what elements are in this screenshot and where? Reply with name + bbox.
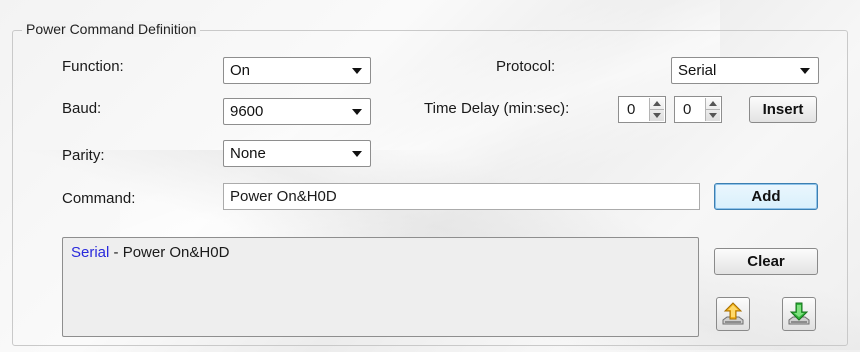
spin-down-icon (653, 113, 661, 118)
chevron-down-icon (352, 109, 362, 115)
list-item-protocol: Serial (71, 244, 110, 261)
minutes-spin-buttons[interactable] (649, 98, 664, 121)
upload-button[interactable] (716, 297, 750, 331)
baud-label: Baud: (62, 100, 102, 117)
function-value: On (230, 62, 251, 79)
command-label: Command: (62, 190, 136, 207)
command-input[interactable]: Power On&H0D (223, 183, 700, 210)
time-delay-label: Time Delay (min:sec): (424, 100, 570, 117)
parity-label: Parity: (62, 147, 105, 164)
protocol-value: Serial (678, 62, 717, 79)
spin-up-icon (653, 101, 661, 106)
seconds-spin-buttons[interactable] (705, 98, 720, 121)
protocol-label: Protocol: (496, 58, 556, 75)
function-label: Function: (62, 58, 124, 75)
upload-arrow-icon (722, 302, 744, 325)
insert-button[interactable]: Insert (749, 96, 817, 123)
download-button[interactable] (782, 297, 816, 331)
add-button[interactable]: Add (714, 183, 818, 210)
seconds-spinner[interactable]: 0 (674, 96, 722, 123)
spin-up-icon (709, 101, 717, 106)
protocol-select[interactable]: Serial (671, 57, 819, 84)
command-list[interactable]: Serial - Power On&H0D (62, 237, 699, 337)
list-item[interactable]: Serial - Power On&H0D (71, 244, 229, 261)
spin-down-icon (709, 113, 717, 118)
seconds-value: 0 (683, 101, 692, 118)
function-select[interactable]: On (223, 57, 371, 84)
baud-select[interactable]: 9600 (223, 98, 371, 125)
clear-button[interactable]: Clear (714, 248, 818, 275)
list-item-separator: - (109, 244, 123, 261)
parity-value: None (230, 145, 266, 162)
chevron-down-icon (352, 151, 362, 157)
download-arrow-icon (788, 302, 810, 325)
group-title: Power Command Definition (22, 21, 201, 37)
chevron-down-icon (800, 68, 810, 74)
minutes-spinner[interactable]: 0 (618, 96, 666, 123)
baud-value: 9600 (230, 103, 264, 120)
parity-select[interactable]: None (223, 140, 371, 167)
list-item-command: Power On&H0D (122, 244, 230, 261)
chevron-down-icon (352, 68, 362, 74)
minutes-value: 0 (627, 101, 636, 118)
